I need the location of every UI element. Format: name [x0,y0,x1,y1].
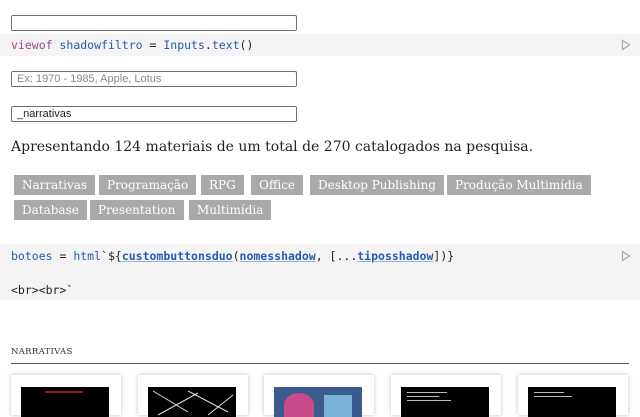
material-card[interactable] [518,375,628,417]
code-function: text [211,38,240,52]
code-paren: ( [232,249,240,263]
material-card[interactable] [391,375,501,417]
material-card[interactable] [138,375,248,417]
search-input[interactable] [11,71,297,87]
section-title: NARRATIVAS [11,347,73,357]
category-button-multimidia[interactable]: Multimídia [189,200,272,220]
filter-input[interactable] [11,106,297,122]
material-card[interactable] [264,375,374,417]
code-template-open: `${ [101,249,122,263]
top-text-input[interactable] [11,15,297,31]
code-variable: shadowfiltro [59,38,143,52]
material-thumbnail [274,387,362,417]
material-thumbnail [401,387,489,417]
code-line: viewof shadowfiltro = Inputs.text() [11,38,253,52]
category-button-producao-multimidia[interactable]: Produção Multimídia [447,175,591,195]
code-operator: = [142,38,164,52]
play-icon[interactable] [621,39,631,51]
category-button-desktop-publishing[interactable]: Desktop Publishing [310,175,444,195]
code-object: Inputs [163,38,205,52]
category-button-programacao[interactable]: Programação [99,175,197,195]
code-variable: botoes [11,249,53,263]
material-thumbnail [148,387,236,417]
category-button-presentation[interactable]: Presentation [90,200,184,220]
category-button-rpg[interactable]: RPG [201,175,244,195]
code-arg-ref[interactable]: nomesshadow [240,249,316,263]
code-arg-ref[interactable]: tiposshadow [357,249,433,263]
code-separator: , [... [315,249,358,263]
section-divider [11,363,629,364]
code-operator: = [52,249,74,263]
material-thumbnail [21,387,109,417]
material-thumbnail [528,387,616,417]
code-line: <br><br>` [11,283,74,297]
code-cell-shadowfiltro[interactable]: viewof shadowfiltro = Inputs.text() [0,34,640,56]
code-args: () [239,38,254,52]
code-function-ref[interactable]: custombuttonsduo [122,249,233,263]
play-icon[interactable] [621,250,631,262]
category-button-narrativas[interactable]: Narrativas [14,175,96,195]
code-tail: ])} [433,249,455,263]
code-tag: html [73,249,102,263]
material-card[interactable] [11,375,121,417]
results-summary: Apresentando 124 materiais de um total d… [11,139,534,155]
category-button-office[interactable]: Office [251,175,304,195]
code-line: botoes = html`${custombuttonsduo(nomessh… [11,249,454,263]
category-button-database[interactable]: Database [14,200,87,220]
code-cell-botoes[interactable]: botoes = html`${custombuttonsduo(nomessh… [0,244,640,300]
code-keyword: viewof [11,38,53,52]
wireframe-graphic [152,390,234,416]
code-dot: . [204,38,212,52]
